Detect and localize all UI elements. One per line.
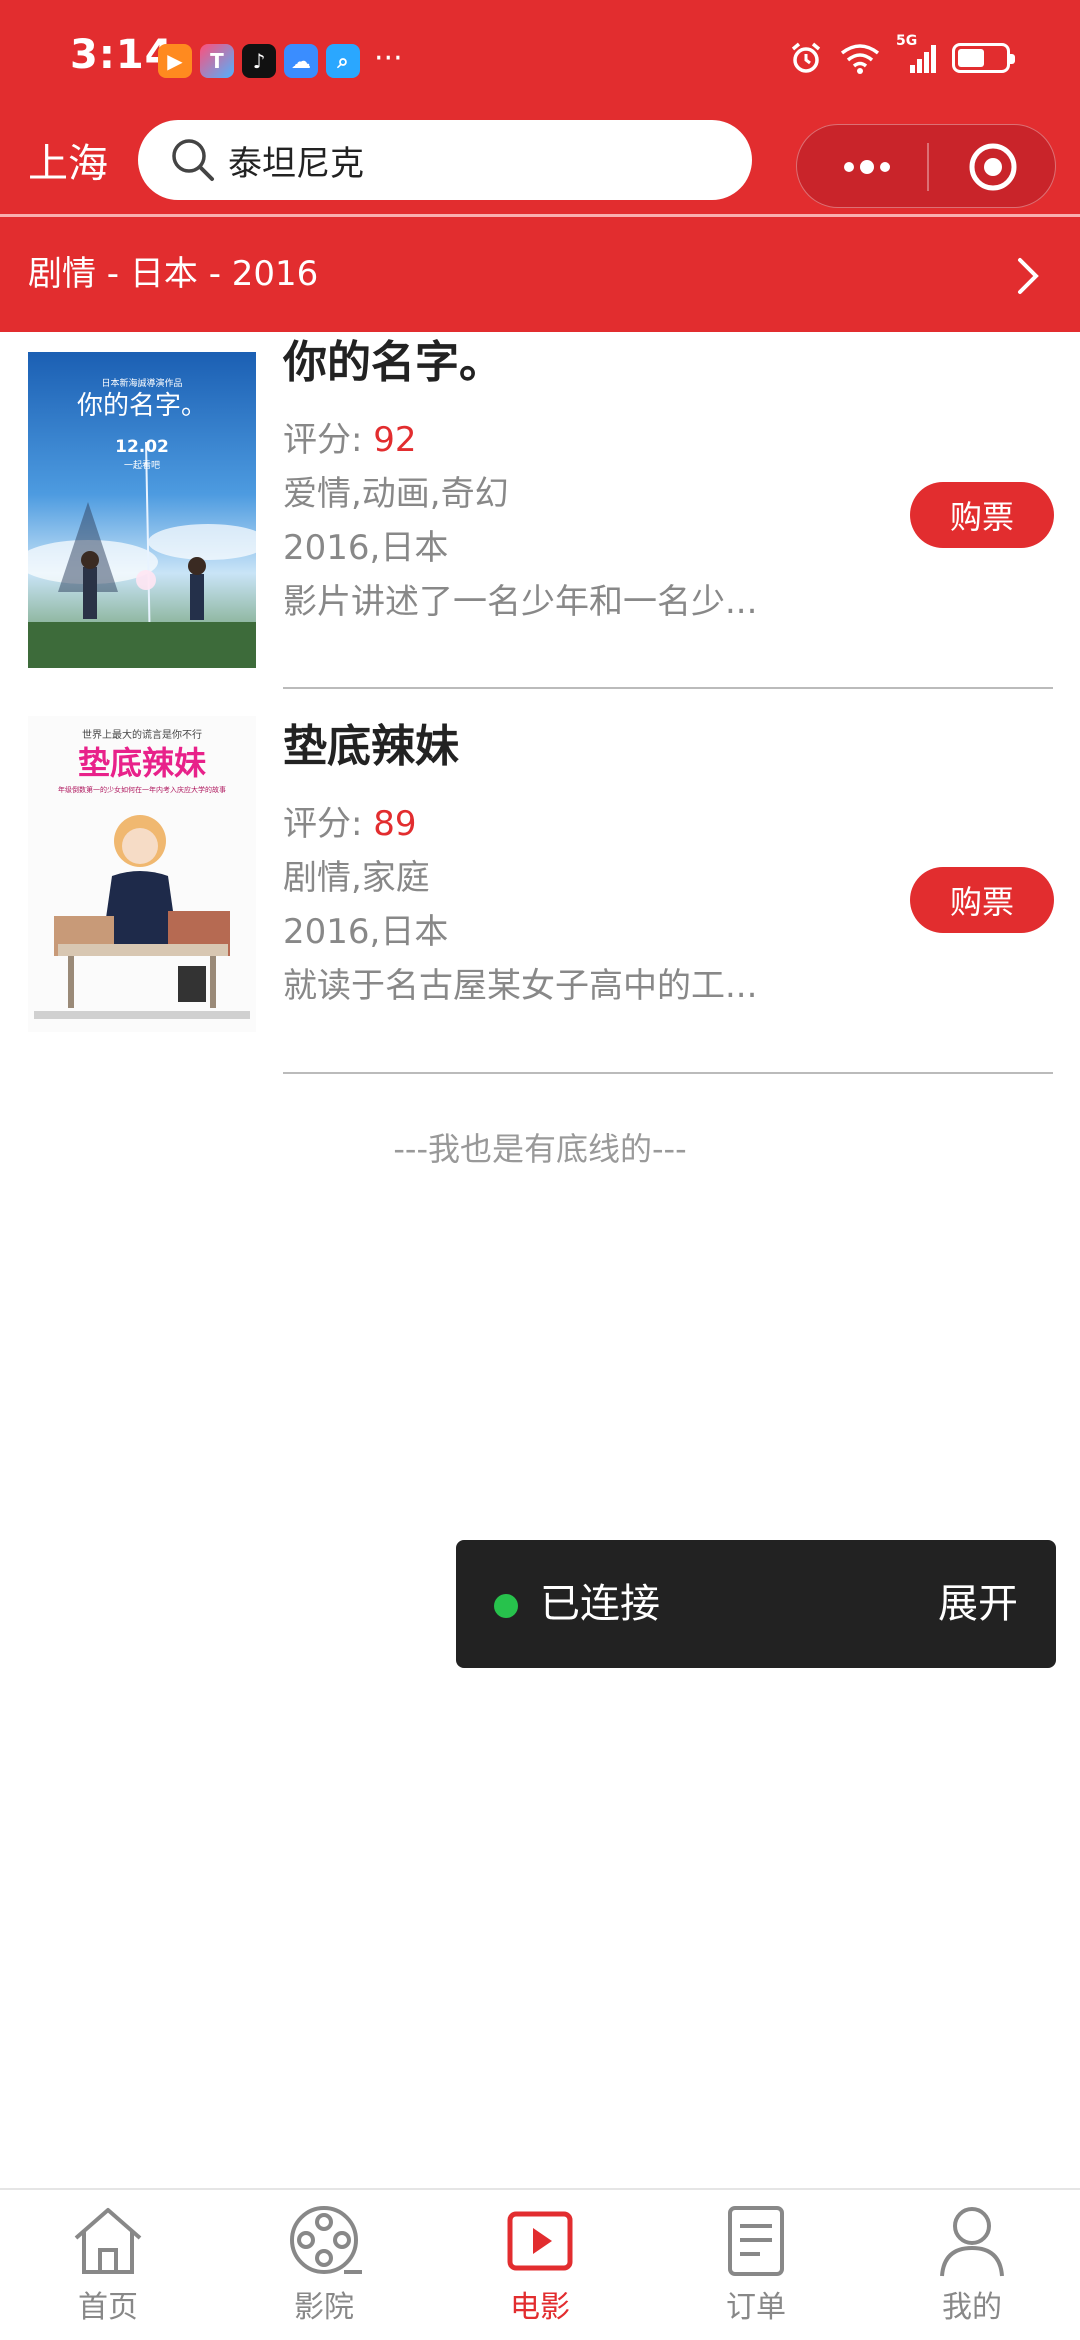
search-icon bbox=[172, 139, 214, 181]
tab-cinema[interactable]: 影院 bbox=[244, 2200, 404, 2340]
status-right-icons: 5G bbox=[788, 33, 1015, 76]
tab-label: 电影 bbox=[510, 2290, 570, 2325]
filter-bar[interactable]: 剧情 - 日本 - 2016 bbox=[0, 218, 1080, 332]
expand-button[interactable]: 展开 bbox=[938, 1574, 1018, 1634]
movie-score: 评分: 89 bbox=[283, 796, 417, 845]
tab-label: 订单 bbox=[726, 2290, 786, 2325]
header-divider bbox=[0, 214, 1080, 217]
poster-title-text: 你的名字。 bbox=[77, 391, 207, 421]
home-icon bbox=[74, 2208, 142, 2274]
movie-year-region: 2016,日本 bbox=[283, 528, 449, 568]
user-icon bbox=[940, 2207, 1004, 2277]
search-app-icon: ⌕ bbox=[326, 44, 360, 78]
poster-title-text: 垫底辣妹 bbox=[78, 744, 206, 782]
buy-ticket-button[interactable]: 购票 bbox=[910, 867, 1054, 933]
movie-score: 评分: 92 bbox=[283, 412, 417, 461]
battery-icon bbox=[952, 43, 1015, 73]
filter-text: 剧情 - 日本 - 2016 bbox=[28, 254, 319, 294]
city-selector[interactable]: 上海 bbox=[28, 134, 108, 194]
movie-poster[interactable]: 日本新海誠導演作品 你的名字。 12.02 一起看吧 bbox=[28, 352, 256, 668]
score-value: 92 bbox=[373, 420, 417, 460]
play-icon bbox=[507, 2211, 573, 2271]
buy-ticket-button[interactable]: 购票 bbox=[910, 482, 1054, 548]
connected-status-dot bbox=[494, 1594, 518, 1618]
app-header: 上海 泰坦尼克 bbox=[0, 118, 1080, 218]
score-label: 评分: bbox=[283, 804, 363, 844]
order-list-icon bbox=[728, 2206, 784, 2276]
more-options-icon[interactable] bbox=[837, 143, 897, 191]
connection-status: 已连接 bbox=[540, 1581, 660, 1627]
close-miniprogram-icon[interactable] bbox=[967, 141, 1019, 193]
tiktok-icon: ♪ bbox=[242, 44, 276, 78]
poster-top-text: 世界上最大的谎言是你不行 bbox=[82, 728, 202, 741]
film-reel-icon bbox=[290, 2206, 362, 2274]
movie-title[interactable]: 垫底辣妹 bbox=[283, 710, 459, 774]
alarm-icon bbox=[791, 42, 821, 73]
score-label: 评分: bbox=[283, 420, 363, 460]
search-input[interactable]: 泰坦尼克 bbox=[138, 120, 752, 200]
tab-movies[interactable]: 电影 bbox=[460, 2200, 620, 2340]
movie-synopsis: 就读于名古屋某女子高中的工... bbox=[283, 966, 758, 1006]
weather-icon: ☁ bbox=[284, 44, 318, 78]
chevron-right-icon bbox=[1018, 258, 1039, 294]
status-bar: 3:14 ▶ T ♪ ☁ ⌕ ··· 5G bbox=[0, 0, 1080, 118]
tab-profile[interactable]: 我的 bbox=[892, 2200, 1052, 2340]
movie-year-region: 2016,日本 bbox=[283, 912, 449, 952]
movie-genres: 剧情,家庭 bbox=[283, 858, 430, 898]
list-end-note: ---我也是有底线的--- bbox=[393, 1130, 687, 1168]
bottom-tab-bar: 首页 影院 电影 订单 我的 bbox=[0, 2188, 1080, 2340]
movie-synopsis: 影片讲述了一名少年和一名少... bbox=[283, 582, 758, 622]
app-icon: T bbox=[200, 44, 234, 78]
movie-poster[interactable]: 世界上最大的谎言是你不行 垫底辣妹 年级倒数第一的少女如何在一年内考入庆应大学的… bbox=[28, 716, 256, 1032]
poster-top-text: 日本新海誠導演作品 bbox=[101, 377, 182, 389]
movie-genres: 爱情,动画,奇幻 bbox=[283, 474, 509, 514]
notification-icons: ▶ T ♪ ☁ ⌕ ··· bbox=[158, 44, 403, 78]
search-value: 泰坦尼克 bbox=[228, 143, 364, 184]
poster-date-text: 12.02 bbox=[115, 437, 169, 457]
poster-sub-text: 年级倒数第一的少女如何在一年内考入庆应大学的故事 bbox=[58, 785, 226, 794]
capsule-divider bbox=[927, 143, 929, 191]
wifi-icon bbox=[840, 44, 880, 74]
miniprogram-capsule bbox=[796, 124, 1056, 208]
more-notifications-icon: ··· bbox=[374, 41, 403, 76]
row-divider bbox=[283, 1072, 1053, 1074]
movie-title[interactable]: 你的名字。 bbox=[283, 326, 503, 390]
video-app-icon: ▶ bbox=[158, 44, 192, 78]
tab-label: 首页 bbox=[78, 2290, 138, 2325]
tab-orders[interactable]: 订单 bbox=[676, 2200, 836, 2340]
row-divider bbox=[283, 687, 1053, 689]
connection-toast: 已连接 展开 bbox=[456, 1540, 1056, 1668]
cellular-signal-icon: 5G bbox=[896, 33, 938, 75]
poster-sub-text: 一起看吧 bbox=[124, 459, 160, 471]
score-value: 89 bbox=[373, 804, 417, 844]
tab-label: 影院 bbox=[294, 2290, 354, 2325]
tab-home[interactable]: 首页 bbox=[28, 2200, 188, 2340]
tab-label: 我的 bbox=[942, 2290, 1002, 2325]
